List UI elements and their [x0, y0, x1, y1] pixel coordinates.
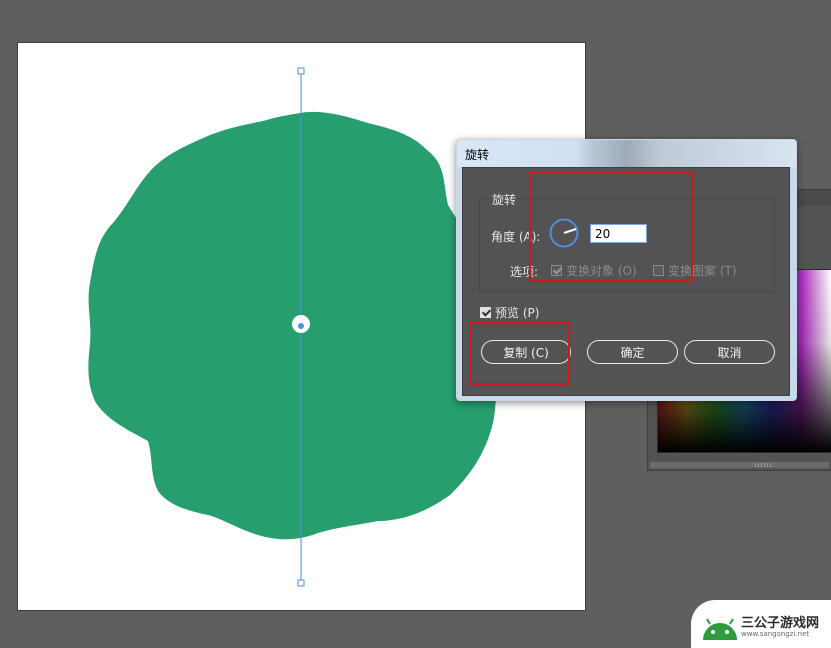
rotate-group-title: 旋转: [490, 191, 519, 208]
annotation-box-angle: [529, 171, 693, 282]
bottom-anchor-handle[interactable]: [297, 579, 305, 587]
top-anchor-handle[interactable]: [297, 67, 305, 75]
preview-checkbox[interactable]: [480, 307, 491, 318]
watermark-name: 三公子游戏网: [741, 616, 820, 631]
preview-label: 预览 (P): [495, 306, 540, 320]
resize-grip-icon[interactable]: [755, 463, 773, 467]
dialog-titlebar[interactable]: 旋转: [457, 140, 796, 167]
android-logo-icon: [703, 618, 737, 640]
watermark-logo: 三公子游戏网 www.sangongzi.net: [691, 600, 831, 648]
color-panel-footer: [650, 462, 829, 468]
annotation-box-copy: [470, 322, 570, 385]
cancel-button[interactable]: 取消: [684, 340, 775, 364]
ok-button[interactable]: 确定: [587, 340, 678, 364]
preview-option[interactable]: 预览 (P): [480, 304, 539, 321]
dialog-title: 旋转: [465, 148, 490, 162]
rotation-center-dot: [298, 323, 304, 329]
watermark-url: www.sangongzi.net: [741, 630, 810, 638]
